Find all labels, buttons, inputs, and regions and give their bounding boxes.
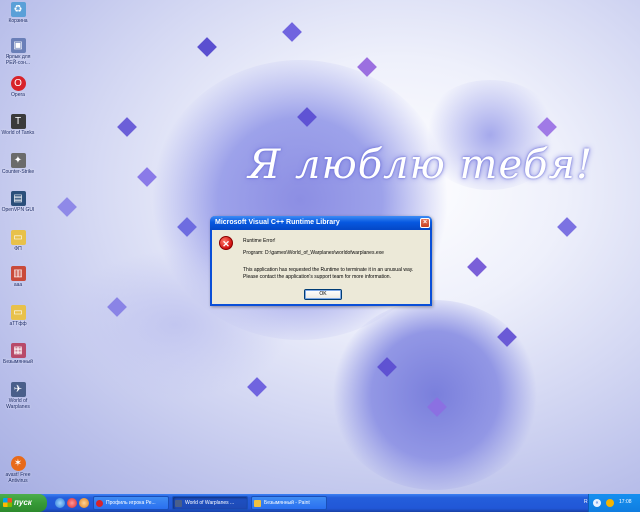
- desktop-icon-document-aaa[interactable]: ▥ ааа: [0, 266, 36, 288]
- counter-strike-icon: ✦: [10, 153, 26, 168]
- close-button[interactable]: ×: [420, 218, 430, 228]
- dialog-title: Microsoft Visual C++ Runtime Library: [215, 219, 340, 226]
- desktop-icon-label: World of Warplanes: [6, 398, 30, 410]
- opera-icon: [96, 500, 103, 507]
- world-of-warplanes-icon: [175, 500, 182, 507]
- folder-icon: ▭: [10, 230, 26, 245]
- quicklaunch-opera-icon[interactable]: [67, 498, 77, 508]
- desktop-icon-world-of-tanks[interactable]: T World of Tanks: [0, 114, 36, 136]
- error-message-line2: Please contact the application's support…: [243, 274, 391, 280]
- taskbar-item-label: Профиль игрока Ре...: [106, 500, 156, 506]
- program-path: Program: D:\games\World_of_Warplanes\wor…: [243, 250, 384, 256]
- desktop-icon-label: World of Tanks: [1, 130, 35, 136]
- desktop-icon-folder-attff[interactable]: ▭ аТТфф: [0, 305, 36, 327]
- desktop-icon-label: avast! Free Antivirus: [5, 472, 31, 484]
- desktop-icon-label: Безымянный: [3, 359, 33, 365]
- error-icon: ✕: [219, 236, 233, 250]
- wallpaper-leaf: [557, 217, 577, 237]
- desktop-icon-label: Counter-Strike: [1, 169, 35, 175]
- openvpn-icon: ▤: [10, 191, 26, 206]
- dialog-titlebar[interactable]: Microsoft Visual C++ Runtime Library ×: [210, 216, 432, 230]
- desktop-icon-counter-strike[interactable]: ✦ Counter-Strike: [0, 153, 36, 175]
- error-heading: Runtime Error!: [243, 238, 276, 244]
- runtime-error-dialog: Microsoft Visual C++ Runtime Library × ✕…: [210, 216, 432, 306]
- tray-clock: 17:08: [619, 499, 632, 505]
- tray-app-icon[interactable]: [606, 499, 614, 507]
- desktop-icon-opera[interactable]: O Opera: [0, 76, 36, 98]
- desktop-icon-label: ФП: [14, 246, 22, 252]
- close-icon: ×: [422, 219, 428, 226]
- wallpaper-leaf: [282, 22, 302, 42]
- error-message-line1: This application has requested the Runti…: [243, 267, 414, 273]
- shortcut-icon: ▣: [10, 38, 26, 53]
- world-of-warplanes-icon: ✈: [10, 382, 26, 397]
- show-hidden-icons-button[interactable]: «: [593, 499, 601, 507]
- taskbar-item-opera-profile[interactable]: Профиль игрока Ре...: [93, 496, 169, 510]
- desktop-icon-label: OpenVPN GUI: [1, 207, 35, 213]
- taskbar-item-world-of-warplanes[interactable]: World of Warplanes ...: [172, 496, 248, 510]
- taskbar-item-label: World of Warplanes ...: [185, 500, 235, 506]
- desktop-icon-world-of-warplanes[interactable]: ✈ World of Warplanes: [0, 382, 36, 410]
- wallpaper-leaf: [57, 197, 77, 217]
- taskbar-item-label: Безымянный - Paint: [264, 500, 310, 506]
- paint-image-icon: ▦: [10, 343, 26, 358]
- desktop-icon-openvpn[interactable]: ▤ OpenVPN GUI: [0, 191, 36, 213]
- wallpaper-leaf: [117, 117, 137, 137]
- opera-icon: O: [10, 76, 26, 91]
- quicklaunch-ie-icon[interactable]: [55, 498, 65, 508]
- windows-logo-icon: [3, 498, 12, 507]
- desktop-icon-shortcut[interactable]: ▣ Ярлык для РЕЙ-сон...: [0, 38, 36, 66]
- desktop: Я люблю тебя! ♻ Корзина ▣ Ярлык для РЕЙ-…: [0, 0, 640, 494]
- desktop-icon-folder-fp[interactable]: ▭ ФП: [0, 230, 36, 252]
- ok-button[interactable]: OK: [304, 289, 342, 300]
- system-tray: « 17:08: [588, 494, 640, 512]
- desktop-icon-recycle-bin[interactable]: ♻ Корзина: [0, 2, 36, 24]
- desktop-icon-label: Opera: [11, 92, 25, 98]
- wallpaper-leaf: [467, 257, 487, 277]
- avast-icon: ✶: [10, 456, 26, 471]
- document-icon: ▥: [10, 266, 26, 281]
- taskbar: пуск Профиль игрока Ре... World of Warpl…: [0, 494, 640, 512]
- desktop-icon-label: Ярлык для РЕЙ-сон...: [5, 54, 31, 66]
- quicklaunch-media-icon[interactable]: [79, 498, 89, 508]
- desktop-icon-avast[interactable]: ✶ avast! Free Antivirus: [0, 456, 36, 484]
- wallpaper-leaf: [197, 37, 217, 57]
- recycle-bin-icon: ♻: [10, 2, 26, 17]
- desktop-icon-label: аТТфф: [9, 321, 27, 327]
- taskbar-item-paint[interactable]: Безымянный - Paint: [251, 496, 327, 510]
- world-of-tanks-icon: T: [10, 114, 26, 129]
- start-label: пуск: [14, 498, 32, 507]
- start-button[interactable]: пуск: [0, 494, 47, 512]
- wallpaper-text: Я люблю тебя!: [248, 142, 594, 188]
- desktop-icon-label: Корзина: [8, 18, 28, 24]
- folder-icon: ▭: [10, 305, 26, 320]
- paint-icon: [254, 500, 261, 507]
- desktop-icon-bezymyanny[interactable]: ▦ Безымянный: [0, 343, 36, 365]
- desktop-icon-label: ааа: [13, 282, 23, 288]
